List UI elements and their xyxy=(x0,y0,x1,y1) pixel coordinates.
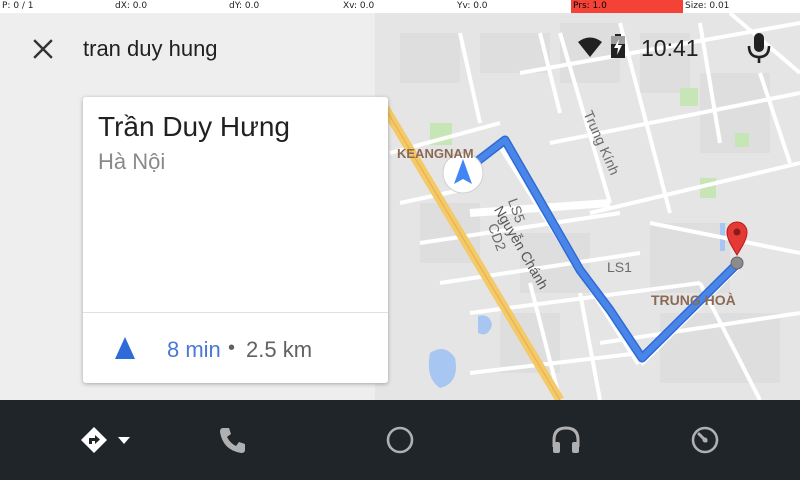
debug-pointer-count: P: 0 / 1 xyxy=(2,1,34,11)
battery-charging-icon xyxy=(611,34,625,58)
debug-dx: dX: 0.0 xyxy=(115,1,148,11)
debug-size: Size: 0.01 xyxy=(685,1,730,11)
map-label-ls1: LS1 xyxy=(607,259,632,275)
map-label-keangnam: KEANGNAM xyxy=(397,146,474,161)
map-label-trung-hoa: TRUNG HOÀ xyxy=(651,292,736,308)
home-button[interactable] xyxy=(385,425,415,455)
status-clock: 10:41 xyxy=(641,35,699,61)
bottom-nav-bar xyxy=(0,400,800,480)
result-title: Trần Duy Hưng xyxy=(98,111,290,142)
directions-icon xyxy=(81,427,130,453)
debug-overlay: P: 0 / 1 dX: 0.0 dY: 0.0 Xv: 0.0 Yv: 0.0… xyxy=(0,0,800,13)
route-separator: • xyxy=(228,337,236,359)
search-result-card[interactable]: Trần Duy Hưng Hà Nội 8 min • 2.5 km xyxy=(83,97,388,383)
debug-yv: Yv: 0.0 xyxy=(457,1,488,11)
overview-button[interactable] xyxy=(690,425,720,455)
home-circle-icon xyxy=(386,426,414,454)
close-search-button[interactable] xyxy=(30,36,56,62)
phone-icon xyxy=(220,428,245,453)
result-subtitle: Hà Nội xyxy=(98,149,166,174)
gauge-icon xyxy=(691,426,719,454)
headphones-icon xyxy=(552,426,580,453)
close-icon xyxy=(33,39,53,59)
microphone-icon xyxy=(747,33,771,63)
chevron-down-icon xyxy=(118,437,130,444)
voice-search-button[interactable] xyxy=(746,32,772,64)
route-distance: 2.5 km xyxy=(246,337,313,362)
debug-dy: dY: 0.0 xyxy=(229,1,260,11)
phone-app-button[interactable] xyxy=(219,426,247,454)
search-input[interactable]: tran duy hung xyxy=(83,36,218,62)
navigation-arrow-icon xyxy=(115,337,135,359)
card-divider xyxy=(83,312,388,313)
debug-pressure: Prs: 1.0 xyxy=(571,0,683,13)
wifi-icon xyxy=(578,37,602,57)
debug-xv: Xv: 0.0 xyxy=(343,1,375,11)
navigation-app-button[interactable] xyxy=(80,426,136,456)
music-app-button[interactable] xyxy=(551,425,581,455)
route-duration: 8 min xyxy=(167,337,221,362)
